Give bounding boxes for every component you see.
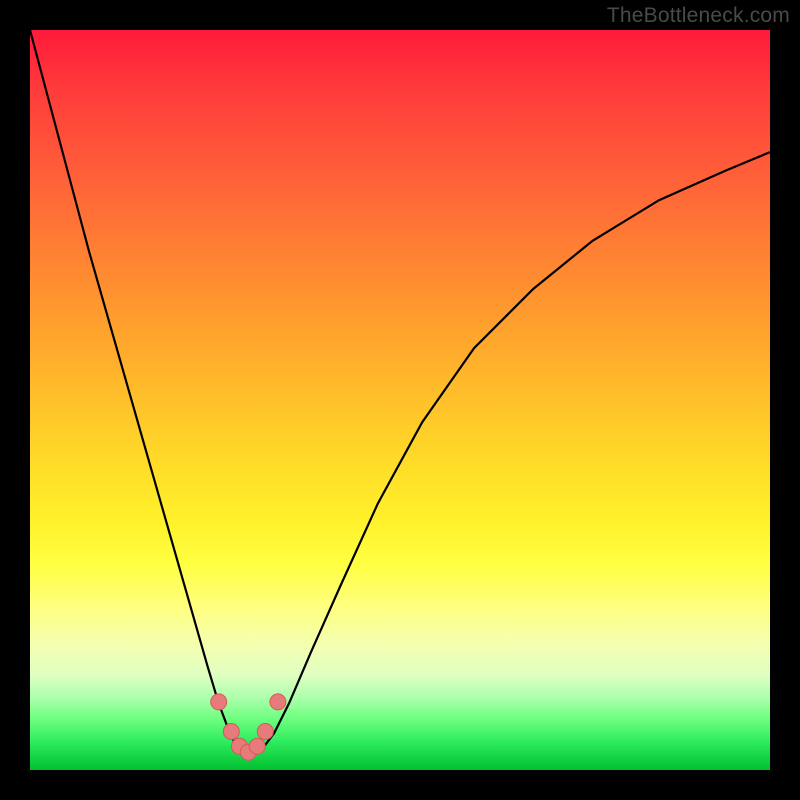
watermark-text: TheBottleneck.com — [607, 4, 790, 28]
highlight-marker — [249, 738, 265, 754]
highlight-marker — [257, 724, 273, 740]
marker-group — [211, 694, 286, 760]
plot-area — [30, 30, 770, 770]
highlight-marker — [270, 694, 286, 710]
chart-svg — [30, 30, 770, 770]
bottleneck-curve — [30, 30, 770, 754]
highlight-marker — [211, 694, 227, 710]
highlight-marker — [223, 724, 239, 740]
chart-frame: TheBottleneck.com — [0, 0, 800, 800]
